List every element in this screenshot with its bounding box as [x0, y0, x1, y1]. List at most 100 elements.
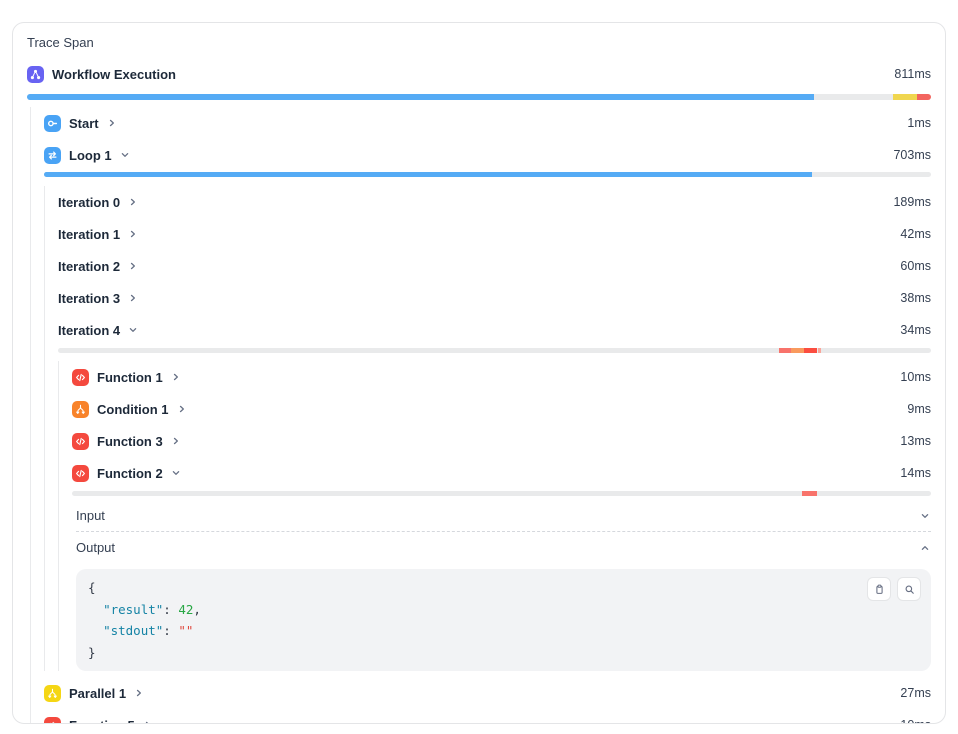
clipboard-icon [873, 583, 886, 596]
chevron-down-icon [919, 510, 931, 522]
code-icon [72, 369, 89, 386]
trace-row-start[interactable]: Start 1ms [44, 107, 931, 139]
node-label: Iteration 1 [58, 227, 120, 242]
code-icon [72, 465, 89, 482]
node-label: Condition 1 [97, 402, 169, 417]
node-duration: 1ms [907, 116, 931, 130]
chevron-right-icon [176, 403, 188, 415]
node-duration: 13ms [900, 434, 931, 448]
code-icon [44, 717, 61, 725]
loop-duration-bar [44, 172, 931, 177]
node-label: Iteration 0 [58, 195, 120, 210]
chevron-down-icon [119, 149, 131, 161]
trace-row-iteration-2[interactable]: Iteration 2 60ms [58, 250, 931, 282]
parallel-icon [44, 685, 61, 702]
chevron-right-icon [170, 371, 182, 383]
bar-segment [804, 348, 818, 353]
code-actions [867, 577, 921, 601]
code-line: } [88, 642, 919, 664]
iteration-4-duration-bar [58, 348, 931, 353]
zoom-button[interactable] [897, 577, 921, 601]
chevron-down-icon [170, 467, 182, 479]
trace-row-iteration-4[interactable]: Iteration 4 34ms [58, 314, 931, 346]
node-duration: 10ms [900, 370, 931, 384]
output-json-viewer: { "result": 42, "stdout": ""} [76, 569, 931, 671]
chevron-right-icon [127, 292, 139, 304]
node-duration: 9ms [907, 402, 931, 416]
node-duration: 811ms [894, 67, 931, 81]
trace-row-function-2[interactable]: Function 2 14ms [72, 457, 931, 489]
bar-segment [779, 348, 791, 353]
input-section-header[interactable]: Input [76, 500, 931, 531]
trace-row-iteration-1[interactable]: Iteration 1 42ms [58, 218, 931, 250]
loop-icon [44, 147, 61, 164]
node-duration: 38ms [900, 291, 931, 305]
output-json-code: { "result": 42, "stdout": ""} [88, 577, 919, 663]
chevron-right-icon [127, 260, 139, 272]
input-label: Input [76, 508, 105, 523]
output-section-header[interactable]: Output [76, 532, 931, 563]
node-duration: 14ms [900, 466, 931, 480]
code-icon [72, 433, 89, 450]
node-duration: 10ms [900, 718, 931, 724]
trace-row-iteration-0[interactable]: Iteration 0 189ms [58, 186, 931, 218]
trace-row-parallel-1[interactable]: Parallel 1 27ms [44, 677, 931, 709]
node-label: Iteration 2 [58, 259, 120, 274]
iteration-4-children: Function 1 10ms Condition 1 9ms Function… [58, 361, 931, 671]
node-label: Start [69, 116, 99, 131]
trace-row-loop-1[interactable]: Loop 1 703ms [44, 139, 931, 171]
node-label: Function 3 [97, 434, 163, 449]
magnifier-icon [903, 583, 916, 596]
code-line: "stdout": "" [88, 620, 919, 642]
node-label: Workflow Execution [52, 67, 176, 82]
panel-title: Trace Span [27, 33, 931, 53]
bar-segment [27, 94, 814, 100]
branch-icon [72, 401, 89, 418]
node-duration: 189ms [893, 195, 931, 209]
node-duration: 27ms [900, 686, 931, 700]
chevron-up-icon [919, 542, 931, 554]
loop-children: Iteration 0 189ms Iteration 1 42ms Itera… [44, 186, 931, 671]
bar-segment [893, 94, 917, 100]
node-label: Function 1 [97, 370, 163, 385]
function-2-detail: Input Output { "result": 42, "stdout": "… [72, 500, 931, 671]
node-duration: 60ms [900, 259, 931, 273]
trace-row-function-1[interactable]: Function 1 10ms [72, 361, 931, 393]
start-icon [44, 115, 61, 132]
node-duration: 703ms [893, 148, 931, 162]
trace-row-condition-1[interactable]: Condition 1 9ms [72, 393, 931, 425]
bar-segment [791, 348, 803, 353]
trace-row-workflow-execution[interactable]: Workflow Execution 811ms [27, 59, 931, 89]
bar-segment [44, 172, 812, 177]
output-label: Output [76, 540, 115, 555]
bar-segment [818, 348, 821, 353]
chevron-right-icon [142, 719, 154, 724]
workflow-duration-bar [27, 94, 931, 100]
node-duration: 42ms [900, 227, 931, 241]
chevron-right-icon [127, 196, 139, 208]
function-2-duration-bar [72, 491, 931, 496]
copy-button[interactable] [867, 577, 891, 601]
node-label: Iteration 4 [58, 323, 120, 338]
chevron-down-icon [127, 324, 139, 336]
chevron-right-icon [106, 117, 118, 129]
node-label: Function 2 [97, 466, 163, 481]
chevron-right-icon [170, 435, 182, 447]
node-label: Iteration 3 [58, 291, 120, 306]
node-label: Parallel 1 [69, 686, 126, 701]
trace-span-panel: Trace Span Workflow Execution 811ms Star… [12, 22, 946, 724]
workflow-children: Start 1ms Loop 1 703ms Iteration 0 189ms… [30, 107, 931, 724]
code-line: { [88, 577, 919, 599]
code-line: "result": 42, [88, 599, 919, 621]
bar-segment [802, 491, 817, 496]
node-label: Function 5 [69, 718, 135, 725]
node-duration: 34ms [900, 323, 931, 337]
workflow-icon [27, 66, 44, 83]
trace-row-iteration-3[interactable]: Iteration 3 38ms [58, 282, 931, 314]
node-label: Loop 1 [69, 148, 112, 163]
bar-segment [917, 94, 931, 100]
chevron-right-icon [133, 687, 145, 699]
trace-row-function-5[interactable]: Function 5 10ms [44, 709, 931, 724]
chevron-right-icon [127, 228, 139, 240]
trace-row-function-3[interactable]: Function 3 13ms [72, 425, 931, 457]
